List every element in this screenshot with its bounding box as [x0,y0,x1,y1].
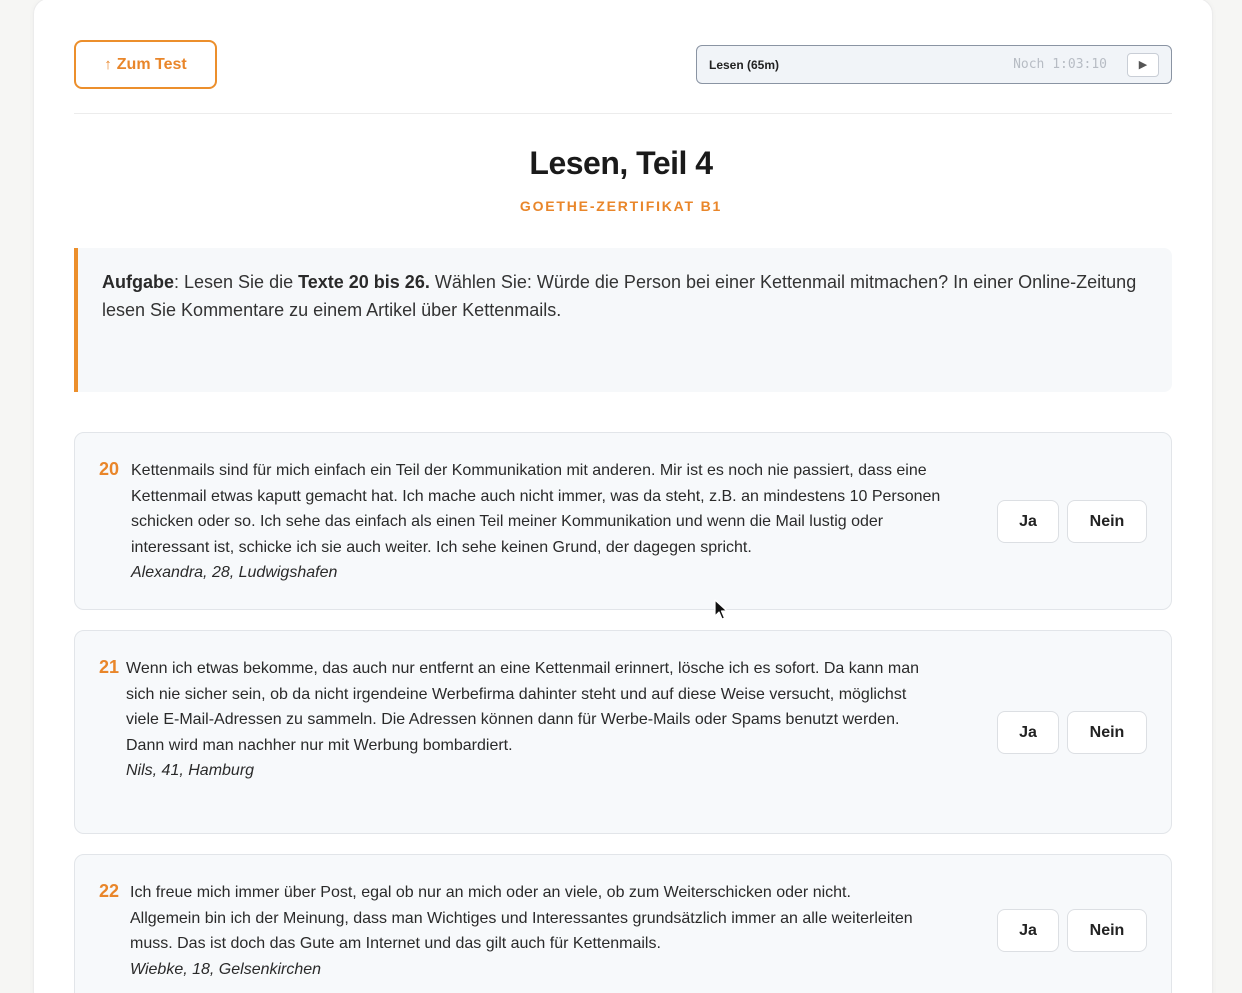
answer-no-button[interactable]: Nein [1067,500,1147,543]
page-title: Lesen, Teil 4 [529,145,713,181]
item-card-21: 21 Wenn ich etwas bekomme, das auch nur … [74,630,1172,834]
timer-remaining: Noch 1:03:10 [1013,57,1107,72]
mouse-cursor-icon [714,599,728,620]
timer-section-label: Lesen (65m) [709,57,780,72]
arrow-up-icon: ↑ [104,56,112,73]
item-author: Alexandra, 28, Ludwigshafen [131,564,338,582]
answer-yes-button[interactable]: Ja [997,500,1059,543]
item-number: 20 [99,459,120,479]
play-icon: ▶ [1138,59,1148,71]
item-author: Wiebke, 18, Gelsenkirchen [130,960,322,978]
answer-no-button[interactable]: Nein [1067,711,1147,754]
exam-subtitle: GOETHE-ZERTIFIKAT B1 [519,198,723,214]
task-text-1: : Lesen Sie die [174,272,299,292]
answer-yes-button[interactable]: Ja [997,909,1059,952]
item-text-block: Wenn ich etwas bekomme, das auch nur ent… [126,656,938,784]
item-card-22: 22 Ich freue mich immer über Post, egal … [74,854,1172,993]
answer-no-button[interactable]: Nein [1067,909,1147,952]
task-instructions: Aufgabe: Lesen Sie die Texte 20 bis 26. … [74,248,1172,392]
task-label: Aufgabe [102,272,174,292]
header-divider [74,113,1172,114]
task-texts-range: Texte 20 bis 26. [298,272,430,292]
item-text: Kettenmails sind für mich einfach ein Te… [131,462,941,556]
item-author: Nils, 41, Hamburg [126,762,255,780]
item-text: Ich freue mich immer über Post, egal ob … [130,884,913,953]
answer-yes-button[interactable]: Ja [997,711,1059,754]
item-card-20: 20 Kettenmails sind für mich einfach ein… [74,432,1172,610]
back-to-test-button[interactable]: ↑ Zum Test [74,40,217,89]
item-number: 22 [99,881,120,901]
play-button[interactable]: ▶ [1127,52,1159,77]
back-to-test-label: Zum Test [116,55,187,73]
item-number: 21 [99,657,120,677]
section-timer: Lesen (65m) Noch 1:03:10 ▶ [696,45,1172,84]
item-text-block: Ich freue mich immer über Post, egal ob … [130,880,920,982]
item-text-block: Kettenmails sind für mich einfach ein Te… [131,458,953,586]
item-text: Wenn ich etwas bekomme, das auch nur ent… [126,660,920,754]
